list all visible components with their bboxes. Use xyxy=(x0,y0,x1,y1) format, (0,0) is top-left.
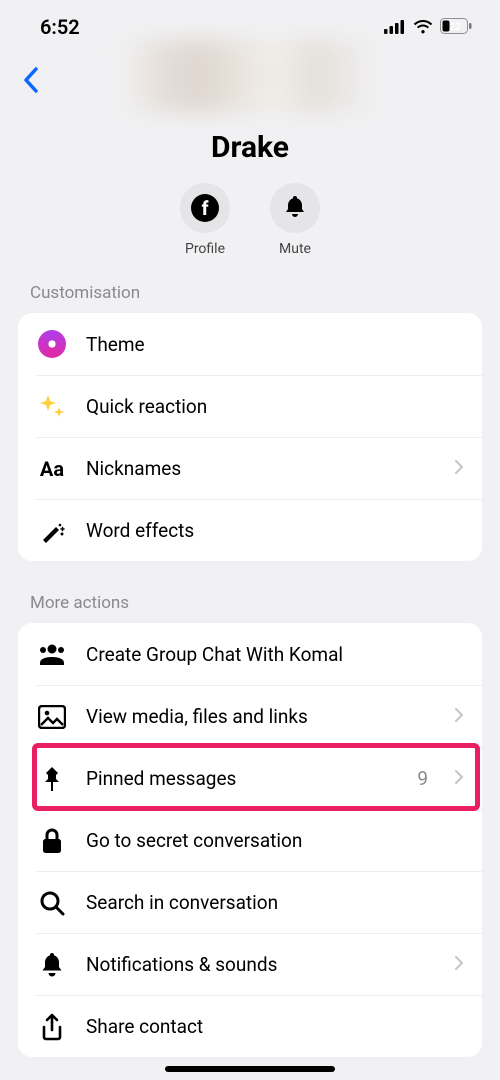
wand-icon xyxy=(36,515,68,547)
facebook-icon: f xyxy=(191,194,219,222)
row-nicknames[interactable]: Aa Nicknames xyxy=(36,437,482,499)
row-word-effects-label: Word effects xyxy=(86,519,464,542)
image-icon xyxy=(36,701,68,733)
sparkle-icon xyxy=(36,391,68,423)
bell-solid-icon xyxy=(36,949,68,981)
svg-text:22: 22 xyxy=(449,22,461,33)
status-time: 6:52 xyxy=(40,15,80,39)
section-header-more-actions: More actions xyxy=(0,561,500,623)
row-secret-conversation[interactable]: Go to secret conversation xyxy=(36,809,482,871)
contact-name: Drake xyxy=(0,130,500,165)
bell-icon xyxy=(283,194,307,222)
row-view-media[interactable]: View media, files and links xyxy=(36,685,482,747)
row-notifications[interactable]: Notifications & sounds xyxy=(36,933,482,995)
action-profile[interactable]: f Profile xyxy=(180,183,230,257)
row-pinned-label: Pinned messages xyxy=(86,767,399,790)
row-create-group-label: Create Group Chat With Komal xyxy=(86,643,464,666)
row-nicknames-label: Nicknames xyxy=(86,457,436,480)
section-header-customisation: Customisation xyxy=(0,257,500,313)
cellular-icon xyxy=(384,15,406,39)
chevron-right-icon xyxy=(454,955,464,975)
row-search-label: Search in conversation xyxy=(86,891,464,914)
pin-icon xyxy=(36,763,68,795)
battery-icon: 22 xyxy=(440,15,472,39)
action-mute-label: Mute xyxy=(279,241,311,257)
row-theme[interactable]: Theme xyxy=(36,313,482,375)
action-mute[interactable]: Mute xyxy=(270,183,320,257)
group-icon xyxy=(36,638,68,670)
row-share-label: Share contact xyxy=(86,1015,464,1038)
wifi-icon xyxy=(412,15,434,39)
contact-header: Drake f Profile Mute xyxy=(0,54,500,257)
status-right: 22 xyxy=(384,15,472,39)
row-quick-reaction[interactable]: Quick reaction xyxy=(36,375,482,437)
action-profile-label: Profile xyxy=(185,241,225,257)
row-pinned-count: 9 xyxy=(417,767,428,790)
lock-icon xyxy=(36,825,68,857)
text-aa-icon: Aa xyxy=(36,453,68,485)
row-search-conversation[interactable]: Search in conversation xyxy=(36,871,482,933)
row-share-contact[interactable]: Share contact xyxy=(36,995,482,1057)
search-icon xyxy=(36,887,68,919)
row-quick-reaction-label: Quick reaction xyxy=(86,395,464,418)
theme-icon xyxy=(36,328,68,360)
card-customisation: Theme Quick reaction Aa Nicknames Word e… xyxy=(18,313,482,561)
row-view-media-label: View media, files and links xyxy=(86,705,436,728)
chevron-right-icon xyxy=(454,459,464,479)
row-notifications-label: Notifications & sounds xyxy=(86,953,436,976)
row-secret-label: Go to secret conversation xyxy=(86,829,464,852)
home-indicator[interactable] xyxy=(165,1066,335,1072)
row-word-effects[interactable]: Word effects xyxy=(36,499,482,561)
row-theme-label: Theme xyxy=(86,333,464,356)
chevron-right-icon xyxy=(454,769,464,789)
card-more-actions: Create Group Chat With Komal View media,… xyxy=(18,623,482,1057)
share-icon xyxy=(36,1011,68,1043)
row-create-group[interactable]: Create Group Chat With Komal xyxy=(36,623,482,685)
row-pinned-messages[interactable]: Pinned messages 9 xyxy=(36,747,482,809)
chevron-right-icon xyxy=(454,707,464,727)
